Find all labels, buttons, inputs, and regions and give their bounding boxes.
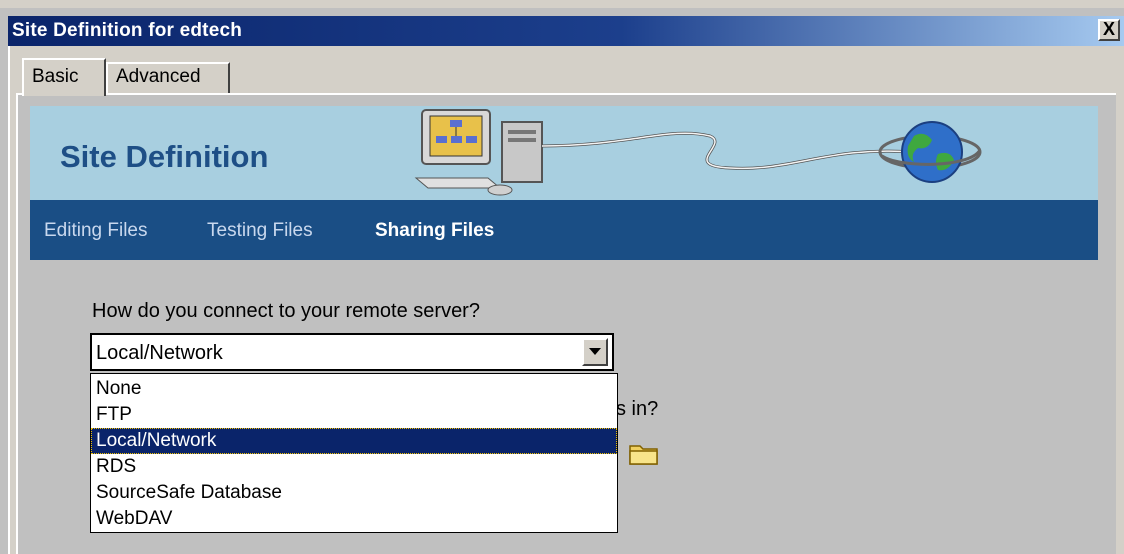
- step-nav: Editing Files Testing Files Sharing File…: [30, 200, 1098, 260]
- tab-basic[interactable]: Basic: [22, 58, 106, 96]
- option-local-network[interactable]: Local/Network: [91, 428, 617, 454]
- close-icon[interactable]: X: [1098, 19, 1120, 41]
- window-title: Site Definition for edtech: [12, 20, 243, 41]
- step-sharing-files[interactable]: Sharing Files: [375, 220, 494, 242]
- partial-question-label: s in?: [616, 398, 659, 420]
- connection-select[interactable]: Local/Network: [90, 333, 614, 371]
- connection-question: How do you connect to your remote server…: [92, 300, 480, 322]
- option-none[interactable]: None: [91, 376, 617, 402]
- computer-icon: [414, 109, 543, 196]
- connection-select-value: Local/Network: [96, 342, 223, 364]
- option-ftp[interactable]: FTP: [91, 402, 617, 428]
- step-testing-files[interactable]: Testing Files: [207, 220, 313, 242]
- step-editing-files[interactable]: Editing Files: [44, 220, 148, 242]
- site-definition-banner: Site Definition: [30, 106, 1098, 200]
- option-webdav[interactable]: WebDAV: [91, 506, 617, 532]
- option-rds[interactable]: RDS: [91, 454, 617, 480]
- folder-icon[interactable]: [628, 440, 660, 466]
- connection-dropdown-list: None FTP Local/Network RDS SourceSafe Da…: [90, 373, 618, 533]
- dropdown-arrow-icon[interactable]: [582, 338, 608, 366]
- tab-advanced[interactable]: Advanced: [106, 62, 230, 94]
- top-edge: [0, 0, 1124, 8]
- option-sourcesafe-database[interactable]: SourceSafe Database: [91, 480, 617, 506]
- title-bar: Site Definition for edtech X: [8, 16, 1124, 46]
- banner-illustration: [414, 109, 982, 196]
